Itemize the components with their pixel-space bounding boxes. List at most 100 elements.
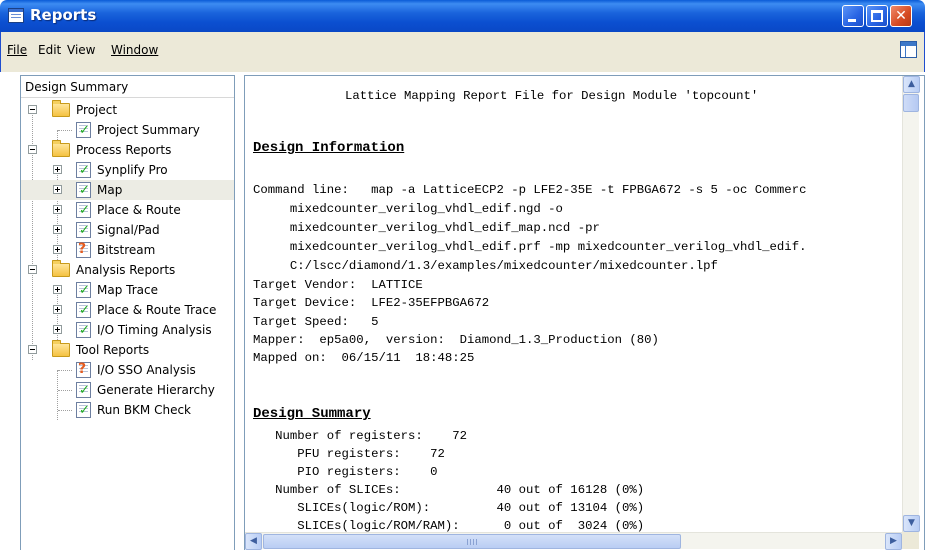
report-text[interactable]: Lattice Mapping Report File for Design M… [245, 76, 901, 532]
expand-icon[interactable] [53, 205, 62, 214]
vertical-scrollbar[interactable]: ▲ ▼ [902, 76, 920, 532]
report-check-icon: ✓ [76, 402, 91, 418]
maximize-icon [871, 10, 883, 22]
scroll-left-button[interactable]: ◀ [245, 533, 262, 550]
report-check-icon: ✓ [76, 382, 91, 398]
report-check-icon: ✓ [76, 302, 91, 318]
report-line: Target Vendor: LATTICE [253, 278, 423, 292]
title-bar[interactable]: Reports ✕ [0, 0, 925, 32]
tree-item-project[interactable]: Project [21, 100, 234, 120]
report-check-icon: ✓ [76, 182, 91, 198]
expand-icon[interactable] [53, 325, 62, 334]
tree-item-label: Place & Route Trace [97, 303, 217, 317]
tree-item-signal-pad[interactable]: ✓ Signal/Pad [21, 220, 234, 240]
tree-item-label: Generate Hierarchy [97, 383, 215, 397]
tree-item-label: Tool Reports [76, 343, 150, 357]
report-window-icon [8, 8, 24, 23]
report-viewer[interactable]: Lattice Mapping Report File for Design M… [244, 75, 925, 550]
collapse-icon[interactable] [28, 145, 37, 154]
report-check-icon: ✓ [76, 222, 91, 238]
tree-item-generate-hierarchy[interactable]: ✓ Generate Hierarchy [21, 380, 234, 400]
tree-item-process-reports[interactable]: Process Reports [21, 140, 234, 160]
expand-icon[interactable] [53, 305, 62, 314]
scroll-down-button[interactable]: ▼ [903, 515, 920, 532]
report-line: PIO registers: 0 [253, 465, 438, 479]
tree-item-label: Synplify Pro [97, 163, 168, 177]
menu-view[interactable]: View [67, 43, 95, 57]
scroll-right-button[interactable]: ▶ [885, 533, 902, 550]
horizontal-scrollbar[interactable]: ◀ ▶ [245, 532, 902, 550]
menu-file[interactable]: File [7, 43, 27, 57]
tree-connector [58, 410, 72, 411]
tree-item-place-route[interactable]: ✓ Place & Route [21, 200, 234, 220]
menu-window-label: Window [111, 43, 159, 57]
tree-item-map-trace[interactable]: ✓ Map Trace [21, 280, 234, 300]
tree-item-label: Map [97, 183, 123, 197]
tree-connector [58, 130, 72, 131]
report-line: mixedcounter_verilog_vhdl_edif_map.ncd -… [253, 221, 600, 235]
tree-item-project-summary[interactable]: ✓ Project Summary [21, 120, 234, 140]
close-button[interactable]: ✕ [890, 5, 912, 27]
report-question-icon: ? [76, 242, 91, 258]
tree-item-label: Analysis Reports [76, 263, 176, 277]
report-check-icon: ✓ [76, 322, 91, 338]
report-check-icon: ✓ [76, 122, 91, 138]
report-check-icon: ✓ [76, 202, 91, 218]
report-tree-panel: Design Summary Project ✓ Project Summary… [20, 75, 235, 550]
report-line: Command line: map -a LatticeECP2 -p LFE2… [253, 183, 807, 197]
report-title-line: Lattice Mapping Report File for Design M… [345, 89, 759, 103]
menu-window[interactable]: Window [111, 43, 158, 57]
menu-view-label: View [67, 43, 96, 57]
chevron-up-icon: ▲ [908, 79, 915, 89]
horizontal-scroll-thumb[interactable] [263, 534, 681, 549]
scroll-up-button[interactable]: ▲ [903, 76, 920, 93]
tree-item-place-route-trace[interactable]: ✓ Place & Route Trace [21, 300, 234, 320]
tree-item-io-timing[interactable]: ✓ I/O Timing Analysis [21, 320, 234, 340]
window-title: Reports [30, 6, 97, 24]
tree-item-analysis-reports[interactable]: Analysis Reports [21, 260, 234, 280]
tree-item-bitstream[interactable]: ? Bitstream [21, 240, 234, 260]
folder-icon [52, 100, 70, 117]
chevron-down-icon: ▼ [908, 518, 915, 528]
tree-item-label: I/O SSO Analysis [97, 363, 196, 377]
tree-item-tool-reports[interactable]: Tool Reports [21, 340, 234, 360]
report-check-icon: ✓ [76, 162, 91, 178]
folder-icon [52, 340, 70, 357]
grip-icon [467, 539, 477, 545]
menu-bar: File Edit View Window [0, 32, 925, 72]
report-line: mixedcounter_verilog_vhdl_edif.prf -mp m… [253, 240, 807, 254]
report-check-icon: ✓ [76, 282, 91, 298]
menu-edit[interactable]: Edit [38, 43, 61, 57]
expand-icon[interactable] [53, 165, 62, 174]
tree-item-io-sso[interactable]: ? I/O SSO Analysis [21, 360, 234, 380]
report-line: Number of SLICEs: 40 out of 16128 (0%) [253, 483, 645, 497]
tree-item-synplify-pro[interactable]: ✓ Synplify Pro [21, 160, 234, 180]
tree-item-map[interactable]: ✓ Map [21, 180, 234, 200]
expand-icon[interactable] [53, 185, 62, 194]
vertical-scroll-thumb[interactable] [903, 94, 919, 112]
expand-icon[interactable] [53, 285, 62, 294]
maximize-button[interactable] [866, 5, 888, 27]
collapse-icon[interactable] [28, 105, 37, 114]
tree-item-label: Map Trace [97, 283, 158, 297]
tree-item-label: I/O Timing Analysis [97, 323, 212, 337]
report-line: Mapper: ep5a00, version: Diamond_1.3_Pro… [253, 333, 659, 347]
report-line: SLICEs(logic/ROM): 40 out of 13104 (0%) [253, 501, 645, 515]
collapse-icon[interactable] [28, 345, 37, 354]
tree-item-label: Process Reports [76, 143, 172, 157]
minimize-icon [848, 19, 856, 22]
minimize-button[interactable] [842, 5, 864, 27]
report-line: mixedcounter_verilog_vhdl_edif.ngd -o [253, 202, 563, 216]
tree-item-label: Run BKM Check [97, 403, 192, 417]
section-heading-design-summary: Design Summary [253, 406, 371, 422]
report-line: Target Speed: 5 [253, 315, 379, 329]
report-line: C:/lscc/diamond/1.3/examples/mixedcounte… [253, 259, 718, 273]
expand-icon[interactable] [53, 245, 62, 254]
folder-icon [52, 260, 70, 277]
collapse-icon[interactable] [28, 265, 37, 274]
tree-item-run-bkm[interactable]: ✓ Run BKM Check [21, 400, 234, 420]
report-line: Mapped on: 06/15/11 18:48:25 [253, 351, 475, 365]
panel-layout-icon[interactable] [900, 41, 917, 58]
close-icon: ✕ [895, 8, 907, 24]
expand-icon[interactable] [53, 225, 62, 234]
